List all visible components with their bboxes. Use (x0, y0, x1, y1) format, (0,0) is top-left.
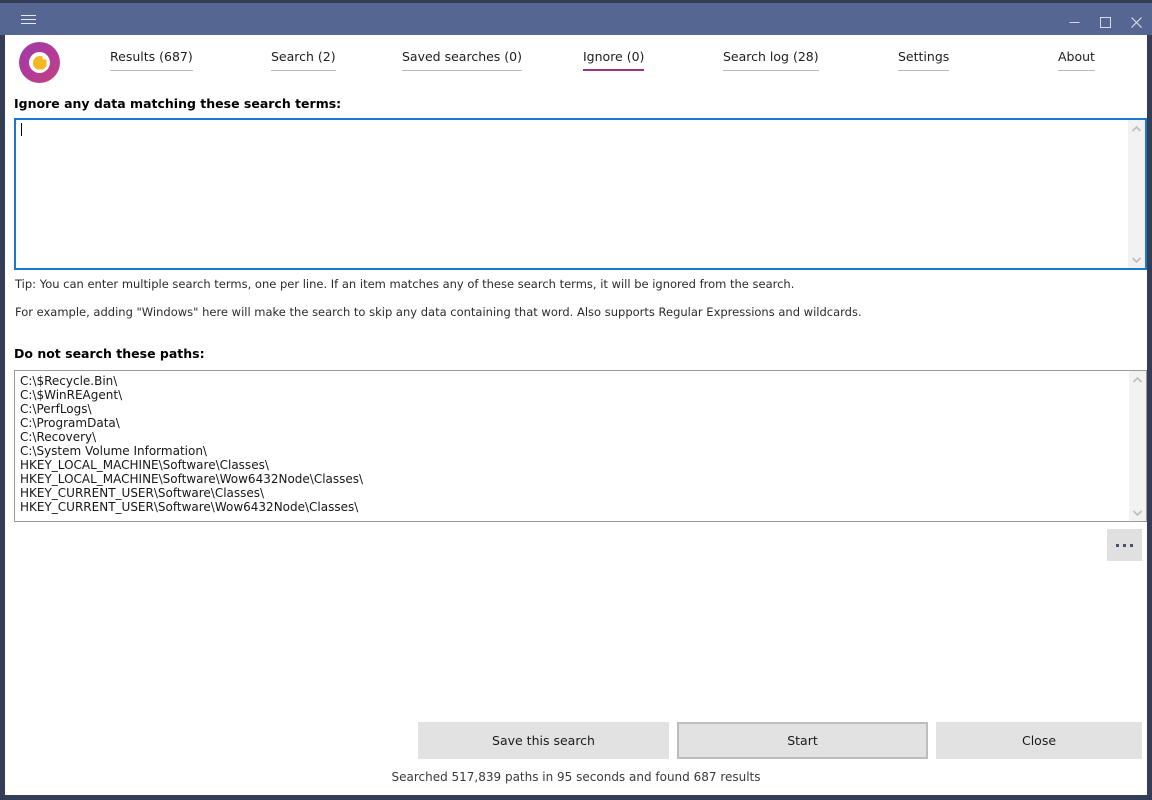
ignore-terms-text[interactable] (16, 120, 1128, 268)
scroll-up-icon[interactable] (1128, 120, 1145, 137)
close-button-footer[interactable]: Close (936, 722, 1142, 759)
status-bar-text: Searched 517,839 paths in 95 seconds and… (5, 770, 1147, 784)
minimize-button[interactable] (1059, 6, 1090, 38)
ellipsis-dot-icon (1116, 544, 1119, 547)
browse-paths-button[interactable] (1107, 529, 1142, 561)
exclude-paths-textarea[interactable]: C:\$Recycle.Bin\ C:\$WinREAgent\ C:\Perf… (14, 370, 1147, 522)
tab-search-log[interactable]: Search log (28) (723, 49, 819, 71)
tab-saved-searches[interactable]: Saved searches (0) (402, 49, 522, 71)
tab-search[interactable]: Search (2) (271, 49, 336, 71)
app-window: Results (687) Search (2) Saved searches … (0, 0, 1152, 800)
scroll-up-icon[interactable] (1129, 371, 1146, 388)
ignore-tip-line-2: For example, adding "Windows" here will … (15, 305, 862, 319)
scroll-down-icon[interactable] (1128, 251, 1145, 268)
tab-ignore[interactable]: Ignore (0) (583, 49, 644, 71)
window-controls (1059, 6, 1152, 38)
close-button[interactable] (1121, 6, 1152, 38)
ellipsis-dot-icon (1123, 544, 1126, 547)
title-bar (0, 0, 1152, 35)
exclude-paths-label: Do not search these paths: (14, 346, 205, 361)
ignore-tip-line-1: Tip: You can enter multiple search terms… (15, 277, 794, 291)
tab-results[interactable]: Results (687) (110, 49, 193, 71)
maximize-button[interactable] (1090, 6, 1121, 38)
hamburger-menu-icon[interactable] (10, 2, 46, 37)
scroll-down-icon[interactable] (1129, 504, 1146, 521)
save-this-search-button[interactable]: Save this search (418, 722, 669, 759)
app-logo-icon (19, 42, 60, 83)
exclude-paths-text[interactable]: C:\$Recycle.Bin\ C:\$WinREAgent\ C:\Perf… (15, 371, 1129, 521)
ignore-terms-label: Ignore any data matching these search te… (14, 96, 341, 111)
ellipsis-dot-icon (1130, 544, 1133, 547)
tab-settings[interactable]: Settings (898, 49, 949, 71)
start-button[interactable]: Start (677, 722, 928, 759)
tab-bar: Results (687) Search (2) Saved searches … (5, 35, 1147, 88)
ignore-terms-scrollbar[interactable] (1128, 120, 1145, 268)
exclude-paths-scrollbar[interactable] (1129, 371, 1146, 521)
text-caret (21, 123, 22, 136)
tab-about[interactable]: About (1058, 49, 1095, 71)
ignore-terms-textarea[interactable] (14, 118, 1147, 270)
